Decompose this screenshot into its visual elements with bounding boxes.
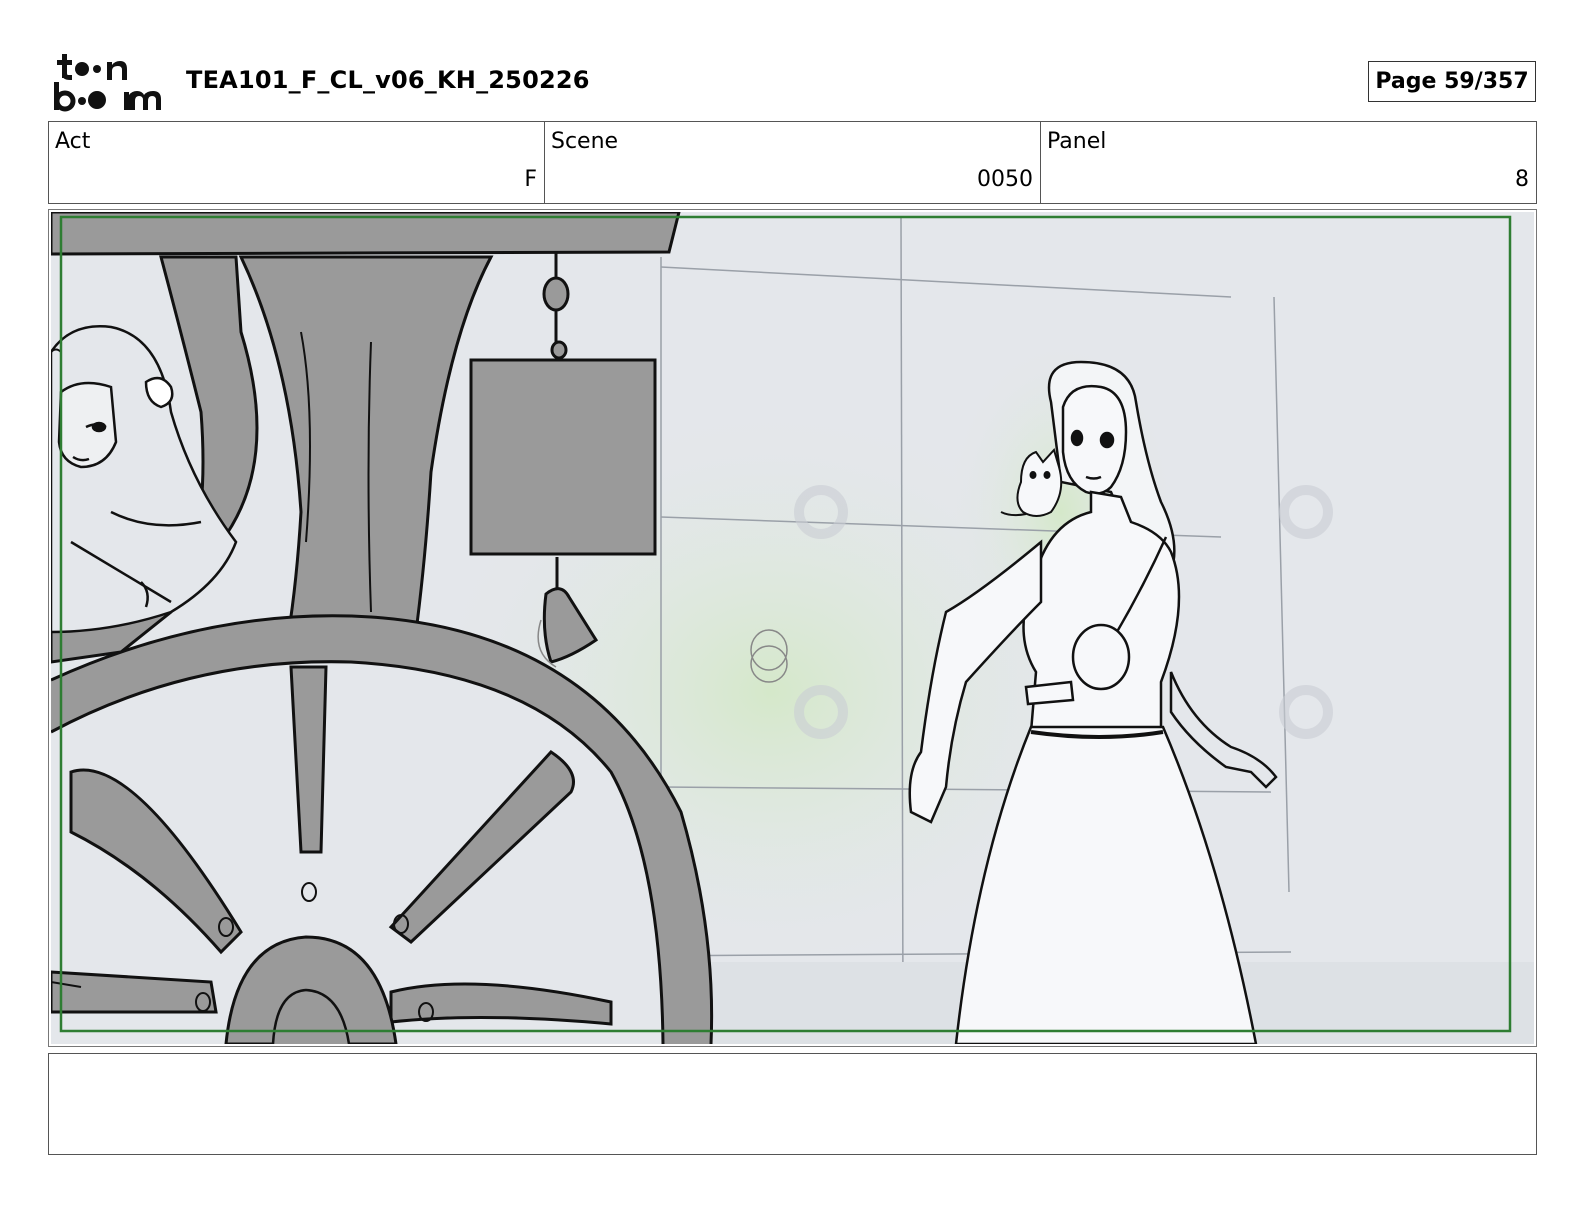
scene-label: Scene (551, 129, 619, 154)
panel-value: 8 (1515, 167, 1529, 192)
storyboard-panel (48, 209, 1537, 1047)
page-number-badge: Page 59/357 (1368, 61, 1536, 102)
act-cell: Act F (49, 122, 545, 203)
act-label: Act (55, 129, 91, 154)
panel-drawing (51, 212, 1534, 1044)
panel-cell: Panel 8 (1041, 122, 1536, 203)
document-title: TEA101_F_CL_v06_KH_250226 (186, 66, 590, 94)
act-value: F (524, 167, 537, 192)
cart-roof (51, 212, 681, 256)
scene-cell: Scene 0050 (545, 122, 1041, 203)
panel-label: Panel (1047, 129, 1107, 154)
scene-value: 0050 (977, 167, 1033, 192)
panel-notes-box (48, 1053, 1537, 1155)
toon-boom-logo (54, 54, 161, 112)
scene-info-table: Act F Scene 0050 Panel 8 (48, 121, 1537, 204)
